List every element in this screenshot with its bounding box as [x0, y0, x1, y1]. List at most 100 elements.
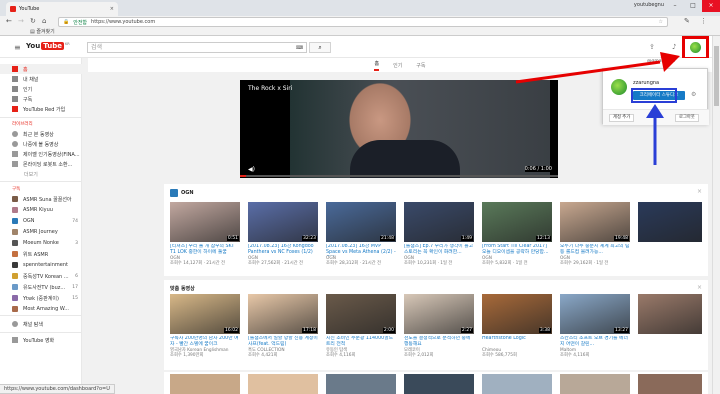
account-avatar-large[interactable]: [611, 79, 627, 95]
video-card[interactable]: 21:48 [2017.08.23] 16강 MVP Space vs Meta …: [326, 202, 396, 266]
video-title[interactable]: [티쳐스] 우리 둘 개 참우의 SKT T1 LOK 중한이 하이에 둘꿈: [170, 244, 240, 256]
video-thumbnail[interactable]: [404, 374, 474, 394]
video-card[interactable]: 2:27 천도을 결정적으로 분석하던 중에 행동해요 모레코이 조회수 2,012회: [404, 294, 474, 358]
sidebar-item-subscription[interactable]: ASMR Suna 꿀꿀선아: [0, 194, 82, 204]
video-title[interactable]: [2017.08.23] 16강 MVP Space vs Meta Athen…: [326, 244, 396, 256]
video-progress-bar[interactable]: [240, 175, 558, 177]
extension-icon[interactable]: ✎: [684, 17, 690, 25]
video-thumbnail[interactable]: 17:18: [248, 294, 318, 334]
address-bar[interactable]: 🔒 안전함 https://www.youtube.com ☆: [58, 17, 668, 27]
video-thumbnail[interactable]: 2:00: [326, 294, 396, 334]
sidebar-item-subscription[interactable]: ASMR Journey: [0, 227, 82, 237]
upload-icon[interactable]: ⇪: [649, 43, 655, 51]
video-title[interactable]: 스칸스티 소프트 오브 경기를 에너지 어떤이 갈린...: [560, 336, 630, 348]
sidebar-item-subscription[interactable]: spenntertainment: [0, 260, 82, 270]
search-button[interactable]: ⌕: [309, 42, 331, 53]
video-card[interactable]: 3:38 Hearthstone Logic Chimeou 조회수 586,775회: [482, 294, 552, 358]
video-thumbnail[interactable]: 3:38: [482, 294, 552, 334]
video-thumbnail[interactable]: [560, 374, 630, 394]
video-card[interactable]: 0:51 [티쳐스] 우리 둘 개 참우의 SKT T1 LOK 중한이 하이에 …: [170, 202, 240, 266]
video-title[interactable]: 오두기 다주 중분시 셰계 최고의 팀 등 롤드컵 몰려가능...: [560, 244, 630, 256]
reload-icon[interactable]: ↻: [30, 17, 36, 25]
video-title[interactable]: 지신 소비인 주문광 114000골드 트리 전적: [326, 336, 396, 348]
close-tab-icon[interactable]: ×: [110, 6, 114, 12]
sidebar-item-subscription[interactable]: 위트 ASMR: [0, 249, 82, 259]
gear-icon[interactable]: ⚙: [691, 91, 696, 98]
video-card[interactable]: 17:18 [롤챔스에서 일할 망할 신용 계정이 사프(feat. 억드림) 흑도…: [248, 294, 318, 358]
sidebar-item-my-channel[interactable]: 내 채널: [0, 74, 82, 84]
sidebar-item-playlist-2[interactable]: 몬라이딩 로봇트 소환...: [0, 159, 82, 169]
forward-icon[interactable]: →: [18, 17, 24, 25]
keyboard-icon[interactable]: ⌨: [296, 45, 303, 51]
video-card[interactable]: 1:49 [롤챔스] Ep.7 우리가 생각이 들고스토리는 꼭 확인이 화려한.…: [404, 202, 474, 266]
video-thumbnail[interactable]: 2:27: [404, 294, 474, 334]
sidebar-item-home[interactable]: 홈: [0, 64, 82, 74]
video-thumbnail[interactable]: [638, 374, 702, 394]
sidebar-item-subscription[interactable]: 중독성TV Korean ... 6: [0, 271, 82, 281]
video-title[interactable]: [638, 244, 702, 256]
sidebar-item-history[interactable]: 최근 본 동영상: [0, 129, 82, 139]
shelf-header[interactable]: OGN: [170, 189, 194, 197]
video-thumbnail[interactable]: 13:27: [560, 294, 630, 334]
close-icon[interactable]: ×: [697, 284, 702, 291]
browser-tab[interactable]: YouTube ×: [6, 2, 118, 16]
sidebar-item-subscription[interactable]: OGN 74: [0, 216, 82, 226]
video-title[interactable]: [롤챔스에서 일할 망할 신용 계정이 사프(feat. 억드림): [248, 336, 318, 348]
sidebar-item-trending[interactable]: 인기: [0, 84, 82, 94]
video-thumbnail[interactable]: 1:49: [404, 202, 474, 242]
video-title[interactable]: 천도을 결정적으로 분석하던 중에 행동해요: [404, 336, 474, 348]
logout-button[interactable]: 로그아웃: [675, 114, 699, 122]
sidebar-item-subscription[interactable]: ASMR Kiyuu: [0, 205, 82, 215]
video-card[interactable]: 2:00 지신 소비인 주문광 114000골드 트리 전적 유동인 탐색 조회수 4…: [326, 294, 396, 358]
video-thumbnail[interactable]: 0:51: [170, 202, 240, 242]
scrollbar-thumb[interactable]: [714, 46, 719, 106]
video-thumbnail[interactable]: [170, 374, 240, 394]
menu-dots-icon[interactable]: ⋮: [700, 17, 707, 25]
close-window-icon[interactable]: ×: [702, 0, 720, 12]
volume-icon[interactable]: ◀): [248, 166, 255, 173]
close-icon[interactable]: ×: [697, 188, 702, 195]
video-thumbnail[interactable]: [638, 294, 702, 334]
minimize-icon[interactable]: –: [666, 0, 684, 12]
video-thumbnail[interactable]: [482, 374, 552, 394]
add-account-button[interactable]: 계정 추가: [609, 114, 635, 122]
back-icon[interactable]: ←: [6, 17, 12, 25]
maximize-icon[interactable]: □: [684, 0, 702, 12]
sidebar-item-subscription[interactable]: 유도사전TV (buz... 17: [0, 282, 82, 292]
video-thumbnail[interactable]: 21:48: [326, 202, 396, 242]
video-title[interactable]: [롤챔스] Ep.7 우리가 생각이 들고스토리는 꼭 확인이 화려한...: [404, 244, 474, 256]
page-scrollbar[interactable]: [712, 36, 720, 394]
youtube-logo[interactable]: You Tube KR: [26, 42, 70, 50]
video-card[interactable]: 32:23 [2017.08.23] 16강 Kongdoo Panthera v…: [248, 202, 318, 266]
bookmarks-folder[interactable]: 즐겨찾기: [36, 29, 54, 35]
notifications-bell-icon[interactable]: ♪: [672, 43, 676, 51]
featured-video-player[interactable]: The Rock x Siri ◀) 0:06 / 1:00: [240, 80, 558, 178]
video-card[interactable]: 12:13 [From Start Till Clear 2017] 오늘 디오이…: [482, 202, 552, 266]
video-card[interactable]: [638, 202, 702, 256]
video-thumbnail[interactable]: [326, 374, 396, 394]
sidebar-item-youtube-red[interactable]: YouTube Red 가입: [0, 104, 82, 114]
video-title[interactable]: Hearthstone Logic: [482, 336, 552, 348]
video-thumbnail[interactable]: 16:02: [170, 294, 240, 334]
sidebar-item-subscription[interactable]: Most Amazing W...: [0, 304, 82, 314]
sidebar-item-subscription[interactable]: Ytwk (중판계이) 15: [0, 293, 82, 303]
video-thumbnail[interactable]: [638, 202, 702, 242]
video-thumbnail[interactable]: 32:23: [248, 202, 318, 242]
video-thumbnail[interactable]: 12:13: [482, 202, 552, 242]
video-title[interactable]: 구독자 200만명의 남자 200만 여자 - 빨간 스텔에 꿈이크: [170, 336, 240, 348]
home-icon[interactable]: ⌂: [42, 17, 46, 25]
library-more-link[interactable]: 더보기: [24, 171, 38, 178]
video-thumbnail[interactable]: [248, 374, 318, 394]
tab-subscriptions[interactable]: 구독: [416, 62, 425, 69]
sidebar-item-browse-channels[interactable]: 채널 탐색: [0, 319, 82, 329]
video-title[interactable]: [From Start Till Clear 2017] 오늘 디오이셉을 공략…: [482, 244, 552, 256]
guide-menu-icon[interactable]: ≡: [14, 43, 21, 52]
creator-studio-button[interactable]: 크리에이터 스튜디오: [633, 91, 685, 100]
video-title[interactable]: The Rock x Siri: [248, 85, 292, 92]
video-card[interactable]: 16:02 구독자 200만명의 남자 200만 여자 - 빨간 스텔에 꿈이크 영…: [170, 294, 240, 358]
sidebar-item-subscriptions[interactable]: 구독: [0, 94, 82, 104]
sidebar-item-playlist-1[interactable]: 제이벨 인기동영상(FINA...: [0, 149, 82, 159]
sidebar-item-watch-later[interactable]: 나중에 볼 동영상: [0, 139, 82, 149]
profile-name[interactable]: youtubegnu: [634, 2, 664, 8]
video-card[interactable]: 19:48 오두기 다주 중분시 셰계 최고의 팀 등 롤드컵 몰려가능... OG…: [560, 202, 630, 266]
